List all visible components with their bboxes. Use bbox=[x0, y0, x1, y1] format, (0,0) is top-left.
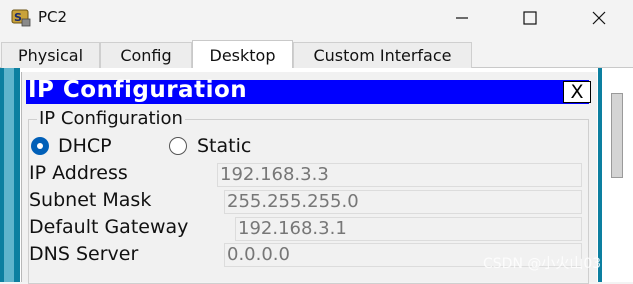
desktop-frame-left-inner bbox=[4, 68, 14, 282]
svg-text:S: S bbox=[14, 11, 22, 24]
tab-config[interactable]: Config bbox=[100, 42, 192, 68]
subnet-mask-field[interactable]: 255.255.255.0 bbox=[224, 190, 582, 214]
dns-server-label: DNS Server bbox=[29, 243, 139, 265]
close-icon bbox=[592, 11, 606, 25]
minimize-button[interactable] bbox=[430, 0, 494, 36]
dialog-title: IP Configuration bbox=[28, 77, 248, 103]
scrollbar-thumb[interactable] bbox=[611, 93, 623, 178]
static-radio[interactable] bbox=[169, 137, 187, 155]
dhcp-radio[interactable] bbox=[31, 137, 49, 155]
tab-physical[interactable]: Physical bbox=[1, 42, 100, 68]
default-gateway-label: Default Gateway bbox=[29, 216, 189, 238]
minimize-icon bbox=[456, 17, 468, 19]
ip-configuration-dialog: IP Configuration X IP Configuration DHCP… bbox=[21, 72, 597, 284]
watermark: CSDN @小火山03 bbox=[483, 256, 602, 272]
group-title: IP Configuration bbox=[37, 108, 185, 129]
maximize-icon bbox=[523, 11, 537, 25]
dhcp-radio-label[interactable]: DHCP bbox=[58, 135, 112, 157]
close-window-button[interactable] bbox=[567, 0, 631, 36]
tab-custom-interface[interactable]: Custom Interface bbox=[293, 42, 472, 68]
dialog-title-bar: IP Configuration X bbox=[26, 77, 591, 104]
window-titlebar: S PC2 bbox=[0, 0, 633, 36]
subnet-mask-label: Subnet Mask bbox=[29, 189, 152, 211]
maximize-button[interactable] bbox=[498, 0, 562, 36]
window-title: PC2 bbox=[38, 8, 68, 26]
static-radio-label[interactable]: Static bbox=[197, 135, 251, 157]
packet-tracer-pc-icon: S bbox=[10, 7, 32, 29]
ip-address-field[interactable]: 192.168.3.3 bbox=[217, 163, 582, 187]
dialog-close-button[interactable]: X bbox=[563, 81, 591, 103]
ip-address-label: IP Address bbox=[29, 162, 128, 184]
default-gateway-field[interactable]: 192.168.3.1 bbox=[235, 217, 582, 241]
tab-bar: Physical Config Desktop Custom Interface bbox=[0, 40, 633, 69]
tab-desktop[interactable]: Desktop bbox=[192, 40, 293, 69]
